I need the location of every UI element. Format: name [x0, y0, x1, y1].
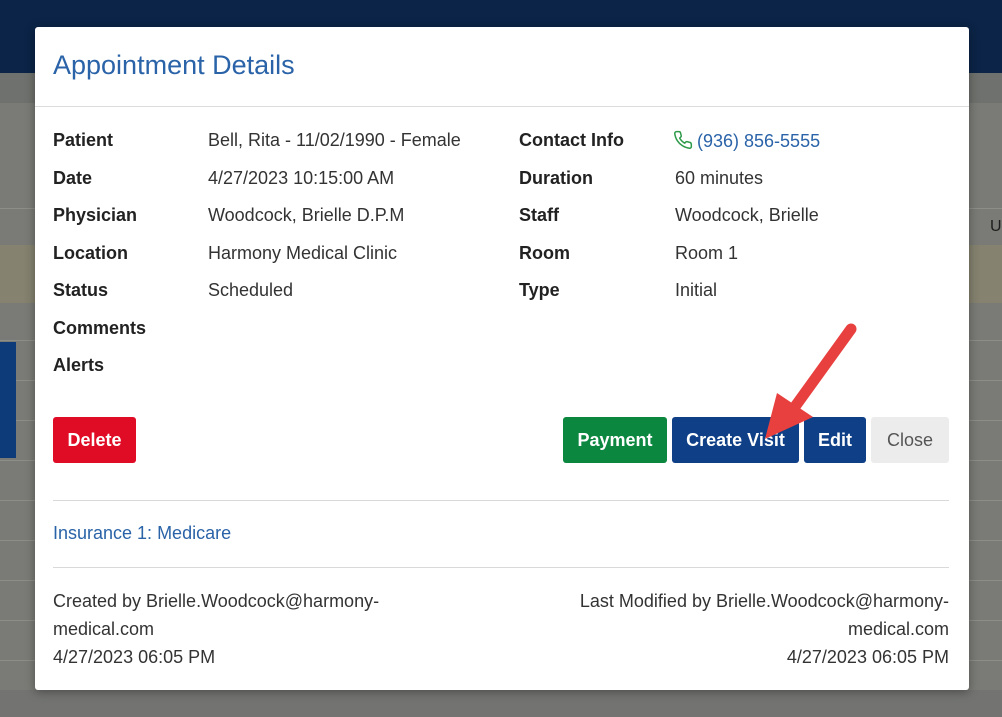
modified-timestamp: 4/27/2023 06:05 PM: [786, 647, 949, 667]
appointment-details-modal: Appointment Details Patient Bell, Rita -…: [35, 27, 969, 690]
app-bottom-area: [0, 690, 1002, 717]
patient-label: Patient: [53, 130, 114, 150]
location-label: Location: [53, 243, 128, 263]
room-label: Room: [519, 243, 570, 263]
type-value: Initial: [675, 280, 718, 300]
payment-button[interactable]: Payment: [563, 417, 667, 463]
divider: [53, 500, 949, 501]
comments-label: Comments: [53, 318, 147, 338]
created-by-info: Created by Brielle.Woodcock@harmony- med…: [53, 587, 453, 671]
staff-label: Staff: [519, 205, 559, 225]
duration-label: Duration: [519, 168, 593, 188]
date-label: Date: [53, 168, 93, 188]
staff-value: Woodcock, Brielle: [675, 205, 819, 225]
alerts-label: Alerts: [53, 355, 105, 375]
physician-value: Woodcock, Brielle D.P.M: [208, 205, 405, 225]
status-label: Status: [53, 280, 109, 300]
contact-info-label: Contact Info: [519, 130, 624, 150]
location-value: Harmony Medical Clinic: [208, 243, 398, 263]
annotation-arrow-icon: [765, 323, 857, 439]
close-button[interactable]: Close: [871, 417, 949, 463]
side-tab[interactable]: [0, 342, 16, 458]
created-by-line2: medical.com: [53, 619, 155, 639]
patient-value: Bell, Rita - 11/02/1990 - Female: [208, 130, 461, 150]
modal-title: Appointment Details: [53, 50, 295, 80]
delete-button[interactable]: Delete: [53, 417, 136, 463]
modal-header: Appointment Details: [35, 27, 969, 107]
date-value: 4/27/2023 10:15:00 AM: [208, 168, 395, 188]
room-value: Room 1: [675, 243, 739, 263]
duration-value: 60 minutes: [675, 168, 764, 188]
created-by-line1: Created by Brielle.Woodcock@harmony-: [53, 591, 380, 611]
insurance-link[interactable]: Insurance 1: Medicare: [53, 523, 231, 544]
type-label: Type: [519, 280, 560, 300]
modified-by-line1: Last Modified by Brielle.Woodcock@harmon…: [579, 591, 949, 611]
column-header-partial: U: [990, 218, 1002, 235]
phone-number-link[interactable]: (936) 856-5555: [697, 131, 820, 151]
divider: [53, 567, 949, 568]
physician-label: Physician: [53, 205, 138, 225]
contact-info-value[interactable]: (936) 856-5555: [673, 130, 820, 152]
phone-icon: [673, 130, 693, 150]
modified-by-info: Last Modified by Brielle.Woodcock@harmon…: [529, 587, 949, 671]
modified-by-line2: medical.com: [847, 619, 949, 639]
status-value: Scheduled: [208, 280, 294, 300]
created-timestamp: 4/27/2023 06:05 PM: [53, 647, 216, 667]
